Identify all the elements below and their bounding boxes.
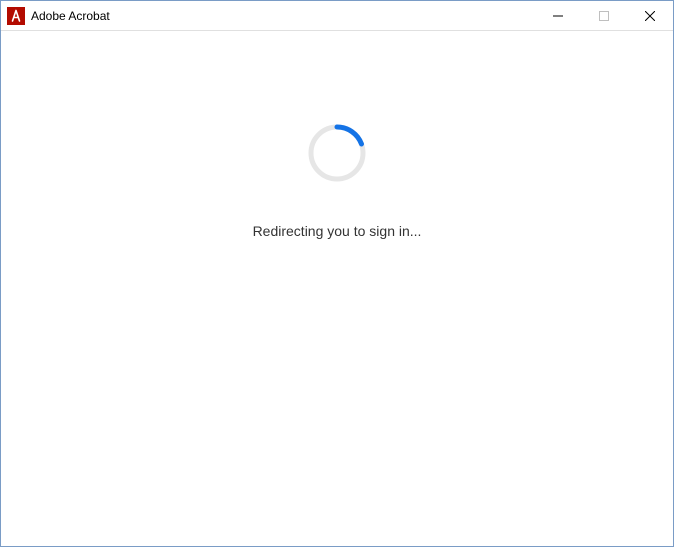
loading-spinner-icon xyxy=(305,121,369,185)
content-area: Redirecting you to sign in... xyxy=(1,31,673,546)
window: Adobe Acrobat xyxy=(0,0,674,547)
acrobat-icon xyxy=(7,7,25,25)
titlebar-left: Adobe Acrobat xyxy=(1,7,535,25)
status-text: Redirecting you to sign in... xyxy=(253,223,422,239)
window-title: Adobe Acrobat xyxy=(31,9,110,23)
close-button[interactable] xyxy=(627,1,673,30)
window-controls xyxy=(535,1,673,30)
titlebar: Adobe Acrobat xyxy=(1,1,673,31)
minimize-button[interactable] xyxy=(535,1,581,30)
maximize-button xyxy=(581,1,627,30)
